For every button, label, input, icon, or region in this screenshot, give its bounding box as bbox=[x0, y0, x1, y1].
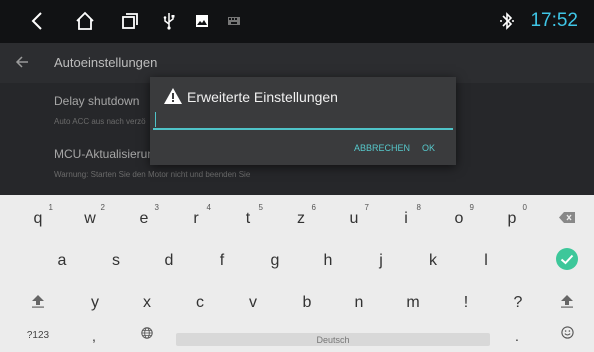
key-f[interactable]: f bbox=[202, 242, 242, 280]
home-icon[interactable] bbox=[73, 8, 97, 34]
emoji-key[interactable] bbox=[548, 321, 586, 349]
key-p[interactable]: p0 bbox=[492, 200, 532, 238]
key-x[interactable]: x bbox=[127, 284, 167, 322]
key-hint: 3 bbox=[154, 203, 159, 212]
key-hint: 4 bbox=[206, 203, 211, 212]
key-y[interactable]: y bbox=[75, 284, 115, 322]
key-hint: 6 bbox=[311, 203, 316, 212]
backspace-icon bbox=[559, 210, 575, 228]
key-t[interactable]: t5 bbox=[228, 200, 268, 238]
key-exclamation[interactable]: ! bbox=[446, 284, 486, 322]
shift-key-right[interactable] bbox=[548, 284, 586, 322]
key-v[interactable]: v bbox=[233, 284, 273, 322]
key-m[interactable]: m bbox=[393, 284, 433, 322]
enter-key[interactable] bbox=[548, 242, 586, 280]
key-q[interactable]: q1 bbox=[18, 200, 58, 238]
recent-apps-icon[interactable] bbox=[119, 8, 141, 34]
password-input[interactable] bbox=[153, 108, 453, 130]
key-hint: 0 bbox=[522, 203, 527, 212]
key-l[interactable]: l bbox=[466, 242, 506, 280]
key-d[interactable]: d bbox=[149, 242, 189, 280]
key-e[interactable]: e3 bbox=[124, 200, 164, 238]
key-j[interactable]: j bbox=[361, 242, 401, 280]
key-hint: 9 bbox=[469, 203, 474, 212]
key-b[interactable]: b bbox=[287, 284, 327, 322]
setting-mcu-update-title[interactable]: MCU-Aktualisierung bbox=[54, 147, 161, 161]
space-bar[interactable]: Deutsch bbox=[176, 333, 490, 346]
key-g[interactable]: g bbox=[255, 242, 295, 280]
dialog-title: Erweiterte Einstellungen bbox=[187, 89, 338, 105]
key-a[interactable]: a bbox=[42, 242, 82, 280]
key-hint: 7 bbox=[364, 203, 369, 212]
key-r[interactable]: r4 bbox=[176, 200, 216, 238]
clock: 17:52 bbox=[530, 10, 578, 31]
shift-key-left[interactable] bbox=[18, 284, 58, 322]
bluetooth-icon bbox=[500, 11, 514, 36]
back-icon[interactable] bbox=[27, 8, 47, 34]
status-bar: 17:52 bbox=[0, 0, 594, 43]
setting-mcu-update-subtitle: Warnung: Starten Sie den Motor nicht und… bbox=[54, 170, 251, 179]
key-n[interactable]: n bbox=[339, 284, 379, 322]
key-hint: 5 bbox=[258, 203, 263, 212]
usb-icon bbox=[161, 8, 177, 34]
key-s[interactable]: s bbox=[96, 242, 136, 280]
key-hint: 2 bbox=[100, 203, 105, 212]
key-k[interactable]: k bbox=[413, 242, 453, 280]
setting-delay-shutdown-title[interactable]: Delay shutdown bbox=[54, 94, 139, 108]
key-c[interactable]: c bbox=[180, 284, 220, 322]
shift-icon bbox=[31, 294, 45, 313]
text-caret bbox=[155, 112, 156, 127]
enter-check-icon bbox=[555, 247, 579, 276]
key-question[interactable]: ? bbox=[498, 284, 538, 322]
ok-button[interactable]: OK bbox=[422, 143, 435, 153]
image-icon bbox=[194, 8, 210, 34]
shift-icon bbox=[560, 294, 574, 313]
key-o[interactable]: o9 bbox=[439, 200, 479, 238]
key-hint: 8 bbox=[416, 203, 421, 212]
symbols-key[interactable]: ?123 bbox=[16, 321, 60, 349]
globe-icon bbox=[141, 326, 153, 344]
key-z[interactable]: z6 bbox=[281, 200, 321, 238]
page-title: Autoeinstellungen bbox=[54, 55, 158, 70]
advanced-settings-dialog: Erweiterte Einstellungen ABBRECHEN OK bbox=[150, 77, 456, 165]
key-period[interactable]: . bbox=[497, 321, 537, 351]
key-comma[interactable]: , bbox=[74, 321, 114, 351]
key-hint: 1 bbox=[48, 203, 53, 212]
backspace-key[interactable] bbox=[548, 200, 586, 238]
cancel-button[interactable]: ABBRECHEN bbox=[354, 143, 410, 153]
key-h[interactable]: h bbox=[308, 242, 348, 280]
key-u[interactable]: u7 bbox=[334, 200, 374, 238]
on-screen-keyboard: q1 w2 e3 r4 t5 z6 u7 i8 o9 p0 a s d f g … bbox=[0, 195, 594, 352]
key-i[interactable]: i8 bbox=[386, 200, 426, 238]
language-key[interactable] bbox=[127, 321, 167, 349]
keyboard-icon bbox=[226, 8, 242, 34]
emoji-icon bbox=[560, 326, 574, 344]
setting-delay-shutdown-subtitle: Auto ACC aus nach verzö bbox=[54, 117, 146, 126]
key-w[interactable]: w2 bbox=[70, 200, 110, 238]
warning-icon bbox=[164, 88, 182, 109]
back-arrow-icon[interactable] bbox=[15, 55, 29, 74]
